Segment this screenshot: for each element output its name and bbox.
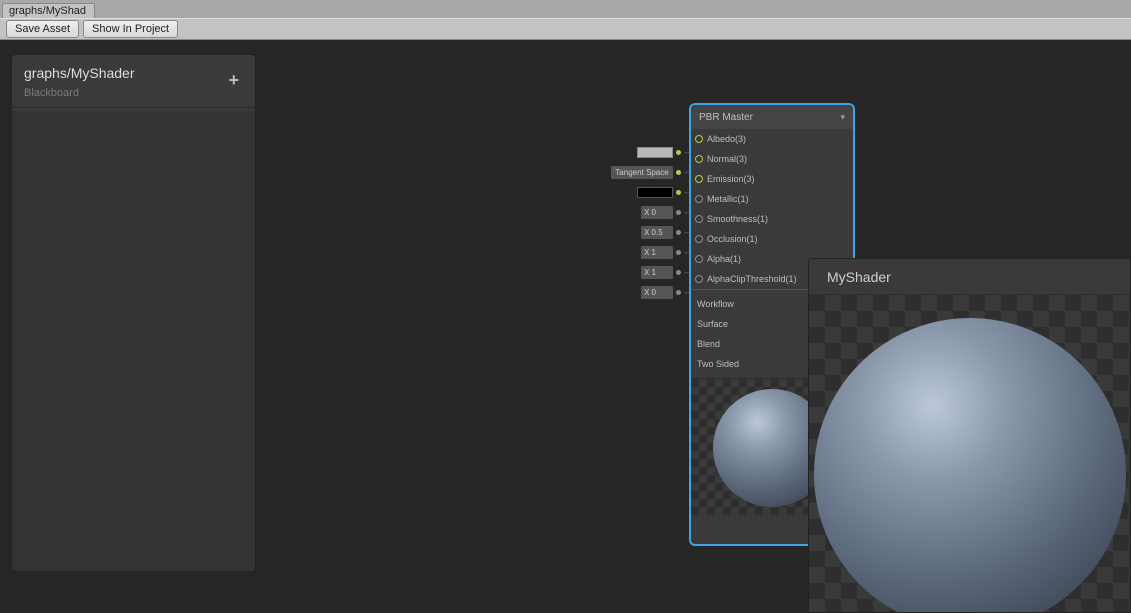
blackboard-header: graphs/MyShader Blackboard + — [12, 55, 255, 108]
port-label: Alpha(1) — [707, 254, 741, 264]
preview-window[interactable]: MyShader — [808, 258, 1131, 613]
preview-sphere-large — [814, 318, 1126, 613]
input-port-icon[interactable] — [695, 135, 703, 143]
port-label: Emission(3) — [707, 174, 755, 184]
node-port-row: Emission(3) — [691, 169, 853, 189]
node-port-row: Normal(3) — [691, 149, 853, 169]
output-port-icon[interactable] — [676, 290, 681, 295]
input-port-icon[interactable] — [695, 195, 703, 203]
emission-color-swatch[interactable] — [637, 187, 673, 198]
blackboard-subtitle: Blackboard — [24, 87, 224, 99]
show-in-project-button[interactable]: Show In Project — [83, 20, 178, 38]
setting-label: Workflow — [697, 299, 734, 309]
blackboard-title: graphs/MyShader — [24, 65, 224, 81]
output-port-icon[interactable] — [676, 170, 681, 175]
node-port-row: Metallic(1) — [691, 189, 853, 209]
output-port-icon[interactable] — [676, 150, 681, 155]
setting-label: Surface — [697, 319, 728, 329]
node-port-row: Smoothness(1) — [691, 209, 853, 229]
save-asset-button[interactable]: Save Asset — [6, 20, 79, 38]
output-port-icon[interactable] — [676, 270, 681, 275]
chevron-down-icon[interactable]: ▾ — [840, 112, 845, 123]
port-label: AlphaClipThreshold(1) — [707, 274, 797, 284]
blackboard-panel[interactable]: graphs/MyShader Blackboard + — [11, 54, 256, 572]
output-port-icon[interactable] — [676, 230, 681, 235]
normal-space-dropdown[interactable]: Tangent Space — [611, 166, 673, 179]
output-port-icon[interactable] — [676, 210, 681, 215]
input-port-icon[interactable] — [695, 235, 703, 243]
output-port-icon[interactable] — [676, 250, 681, 255]
preview-window-title: MyShader — [827, 269, 891, 285]
external-input-row: Tangent Space– — [604, 162, 689, 182]
input-port-icon[interactable] — [695, 175, 703, 183]
node-title: PBR Master — [699, 112, 753, 123]
blackboard-add-button[interactable]: + — [224, 71, 243, 89]
input-port-icon[interactable] — [695, 255, 703, 263]
preview-window-body — [809, 295, 1130, 612]
numeric-input[interactable]: X 0 — [641, 286, 673, 299]
window-tab[interactable]: graphs/MyShad — [2, 3, 95, 18]
external-input-row: X 0– — [604, 282, 689, 302]
numeric-input[interactable]: X 0.5 — [641, 226, 673, 239]
port-label: Normal(3) — [707, 154, 747, 164]
external-input-row: – — [604, 182, 689, 202]
setting-label: Two Sided — [697, 359, 739, 369]
output-port-icon[interactable] — [676, 190, 681, 195]
setting-label: Blend — [697, 339, 720, 349]
external-input-row: X 1– — [604, 262, 689, 282]
node-port-row: Occlusion(1) — [691, 229, 853, 249]
node-port-row: Albedo(3) — [691, 129, 853, 149]
port-label: Smoothness(1) — [707, 214, 768, 224]
node-header[interactable]: PBR Master ▾ — [691, 105, 853, 129]
port-label: Occlusion(1) — [707, 234, 758, 244]
window-tab-label: graphs/MyShad — [9, 5, 86, 17]
external-input-row: – — [604, 142, 689, 162]
numeric-input[interactable]: X 0 — [641, 206, 673, 219]
preview-window-header[interactable]: MyShader — [809, 259, 1130, 295]
blackboard-body — [12, 111, 255, 571]
node-external-inputs: –Tangent Space––X 0–X 0.5–X 1–X 1–X 0– — [604, 142, 689, 302]
toolbar: Save Asset Show In Project — [0, 18, 1131, 40]
port-label: Metallic(1) — [707, 194, 749, 204]
external-input-row: X 0.5– — [604, 222, 689, 242]
external-input-row: X 0– — [604, 202, 689, 222]
input-port-icon[interactable] — [695, 215, 703, 223]
albedo-color-swatch[interactable] — [637, 147, 673, 158]
input-port-icon[interactable] — [695, 155, 703, 163]
numeric-input[interactable]: X 1 — [641, 246, 673, 259]
numeric-input[interactable]: X 1 — [641, 266, 673, 279]
port-label: Albedo(3) — [707, 134, 746, 144]
titlebar: graphs/MyShad — [0, 0, 1131, 18]
input-port-icon[interactable] — [695, 275, 703, 283]
external-input-row: X 1– — [604, 242, 689, 262]
